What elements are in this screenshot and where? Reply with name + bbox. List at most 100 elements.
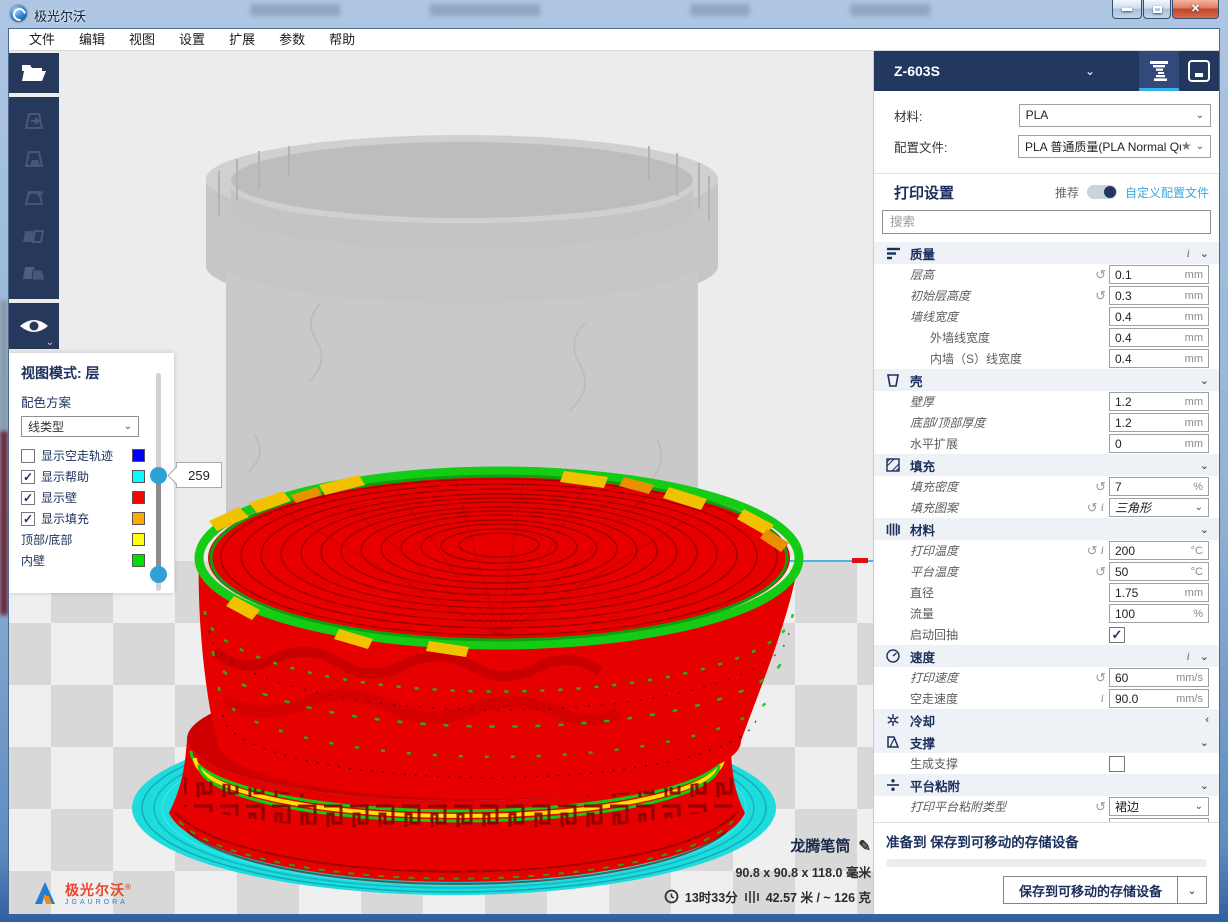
value-field[interactable]: 0.4mm: [1109, 307, 1209, 326]
setting-row-outer-wall-line-width[interactable]: 外墙线宽度 0.4mm: [874, 327, 1219, 348]
setting-row-inner-wall-line-width[interactable]: 内墙（S）线宽度 0.4mm: [874, 348, 1219, 369]
chevron-down-icon[interactable]: ⌄: [1200, 374, 1209, 387]
setting-row-bed-temperature[interactable]: 平台温度 ↺ 50°C: [874, 561, 1219, 582]
setting-row-layer-height[interactable]: 层高 ↺ 0.1mm: [874, 264, 1219, 285]
minimize-button[interactable]: [1112, 0, 1142, 19]
value-field[interactable]: 0.4mm: [1109, 328, 1209, 347]
value-field[interactable]: 90.0mm/s: [1109, 689, 1209, 708]
menu-parameters[interactable]: 参数: [267, 29, 317, 51]
tab-print-setup[interactable]: [1139, 51, 1179, 91]
info-icon[interactable]: i: [1186, 246, 1189, 261]
chevron-down-icon[interactable]: ⌄: [1200, 459, 1209, 472]
tab-monitor[interactable]: [1179, 51, 1219, 91]
reset-icon[interactable]: ↺: [1087, 501, 1098, 514]
setting-row-initial-layer-height[interactable]: 初始层高度 ↺ 0.3mm: [874, 285, 1219, 306]
setting-row-wall-line-width[interactable]: 墙线宽度 0.4mm: [874, 306, 1219, 327]
value-field[interactable]: 0.3mm: [1109, 286, 1209, 305]
custom-profile-link[interactable]: 自定义配置文件: [1125, 184, 1209, 201]
rename-pencil-icon[interactable]: ✎: [858, 837, 871, 855]
slider-upper-handle[interactable]: [150, 467, 167, 484]
menu-help[interactable]: 帮助: [317, 29, 367, 51]
slider-lower-handle[interactable]: [150, 566, 167, 583]
value-field[interactable]: 1.2mm: [1109, 413, 1209, 432]
section-adhesion[interactable]: 平台粘附 ⌄: [874, 774, 1219, 796]
save-options-chevron[interactable]: ⌄: [1177, 877, 1206, 903]
chevron-left-icon[interactable]: ‹: [1205, 714, 1209, 726]
infill-checkbox[interactable]: ✓: [21, 512, 35, 526]
retraction-checkbox[interactable]: ✓: [1109, 627, 1125, 643]
reset-icon[interactable]: ↺: [1095, 671, 1106, 684]
search-input[interactable]: [882, 210, 1211, 234]
value-field[interactable]: 0.1mm: [1109, 265, 1209, 284]
menu-view[interactable]: 视图: [117, 29, 167, 51]
value-field[interactable]: 7%: [1109, 477, 1209, 496]
menu-settings[interactable]: 设置: [167, 29, 217, 51]
move-tool-icon[interactable]: [21, 109, 47, 135]
section-support[interactable]: 支撑 ⌄: [874, 731, 1219, 753]
menu-extensions[interactable]: 扩展: [217, 29, 267, 51]
chevron-down-icon[interactable]: ⌄: [1200, 736, 1209, 749]
travel-checkbox[interactable]: [21, 449, 35, 463]
chevron-down-icon[interactable]: ⌄: [1200, 650, 1209, 663]
setting-row-adhesion-type[interactable]: 打印平台粘附类型 ↺ 裙边⌄: [874, 796, 1219, 817]
section-infill[interactable]: 填充 ⌄: [874, 454, 1219, 476]
open-file-icon[interactable]: [20, 62, 48, 84]
reset-icon[interactable]: ↺: [1095, 480, 1106, 493]
setting-row-printing-temperature[interactable]: 打印温度 ↺ i 200°C: [874, 540, 1219, 561]
mirror-tool-icon[interactable]: [21, 223, 47, 249]
save-to-removable-button[interactable]: 保存到可移动的存储设备: [1004, 877, 1177, 903]
setting-row-wall-thickness[interactable]: 壁厚 1.2mm: [874, 391, 1219, 412]
info-icon[interactable]: i: [1186, 649, 1189, 664]
setting-row-infill-pattern[interactable]: 填充图案 ↺ i 三角形⌄: [874, 497, 1219, 518]
info-icon[interactable]: i: [1101, 691, 1104, 706]
value-field[interactable]: 1.2mm: [1109, 392, 1209, 411]
info-icon[interactable]: i: [1101, 543, 1104, 558]
maximize-button[interactable]: [1143, 0, 1171, 19]
reset-icon[interactable]: ↺: [1095, 800, 1106, 813]
value-field[interactable]: 0mm: [1109, 434, 1209, 453]
value-field[interactable]: 1.75mm: [1109, 583, 1209, 602]
section-quality[interactable]: 质量 i ⌄: [874, 242, 1219, 264]
generate-support-checkbox[interactable]: [1109, 756, 1125, 772]
info-icon[interactable]: i: [1101, 500, 1104, 515]
value-field[interactable]: 0.4mm: [1109, 349, 1209, 368]
viewport-3d[interactable]: ⌄ 视图模式: 层 配色方案 线类型 ⌄ 显示空走轨迹 ✓: [9, 51, 875, 914]
reset-icon[interactable]: ↺: [1087, 544, 1098, 557]
view-mode-block[interactable]: ⌄: [9, 303, 59, 349]
dropdown-field[interactable]: 裙边⌄: [1109, 797, 1209, 816]
reset-icon[interactable]: ↺: [1095, 289, 1106, 302]
reset-icon[interactable]: ↺: [1095, 565, 1106, 578]
menu-file[interactable]: 文件: [17, 29, 67, 51]
setting-row-top-bottom-thickness[interactable]: 底部/顶部厚度 1.2mm: [874, 412, 1219, 433]
dropdown-field[interactable]: 三角形⌄: [1109, 498, 1209, 517]
menu-edit[interactable]: 编辑: [67, 29, 117, 51]
value-field[interactable]: 50°C: [1109, 562, 1209, 581]
section-material[interactable]: 材料 ⌄: [874, 518, 1219, 540]
chevron-down-icon[interactable]: ⌄: [1200, 523, 1209, 536]
section-shell[interactable]: 壳 ⌄: [874, 369, 1219, 391]
setting-row-travel-speed[interactable]: 空走速度 i 90.0mm/s: [874, 688, 1219, 709]
material-dropdown[interactable]: PLA ⌄: [1019, 104, 1211, 127]
printer-name[interactable]: Z-603S: [894, 63, 940, 79]
value-field[interactable]: 100%: [1109, 604, 1209, 623]
recommended-toggle[interactable]: [1087, 185, 1117, 199]
setting-row-enable-retraction[interactable]: 启动回抽 ✓: [874, 624, 1219, 645]
helper-checkbox[interactable]: ✓: [21, 470, 35, 484]
per-model-settings-icon[interactable]: [21, 261, 47, 287]
rotate-tool-icon[interactable]: [21, 185, 47, 211]
setting-row-horizontal-expansion[interactable]: 水平扩展 0mm: [874, 433, 1219, 454]
close-button[interactable]: ✕: [1172, 0, 1219, 19]
color-scheme-select[interactable]: 线类型 ⌄: [21, 416, 139, 437]
setting-row-generate-support[interactable]: 生成支撑: [874, 753, 1219, 774]
wall-checkbox[interactable]: ✓: [21, 491, 35, 505]
value-field[interactable]: 60mm/s: [1109, 668, 1209, 687]
setting-row-flow[interactable]: 流量 100%: [874, 603, 1219, 624]
profile-dropdown[interactable]: PLA 普通质量(PLA Normal Qua ★ ⌄: [1018, 135, 1211, 158]
reset-icon[interactable]: ↺: [1095, 268, 1106, 281]
chevron-down-icon[interactable]: ⌄: [1200, 247, 1209, 260]
scale-tool-icon[interactable]: [21, 147, 47, 173]
setting-row-diameter[interactable]: 直径 1.75mm: [874, 582, 1219, 603]
setting-row-infill-density[interactable]: 填充密度 ↺ 7%: [874, 476, 1219, 497]
section-speed[interactable]: 速度 i ⌄: [874, 645, 1219, 667]
section-cooling[interactable]: 冷却 ‹: [874, 709, 1219, 731]
